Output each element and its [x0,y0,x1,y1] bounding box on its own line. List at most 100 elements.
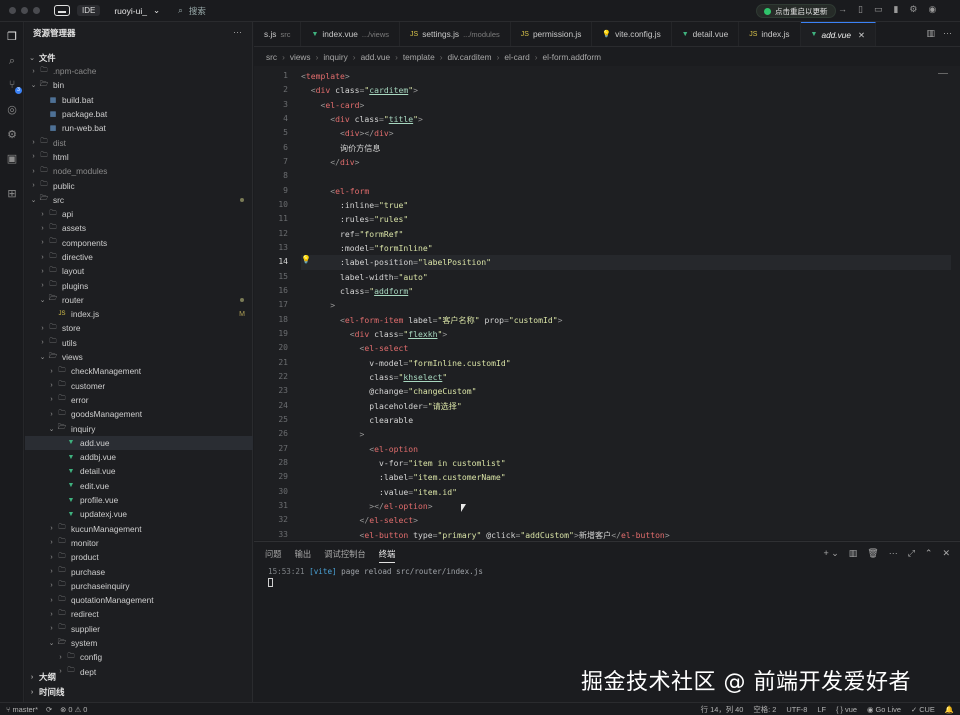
search-panel-icon[interactable]: ⌕ [5,54,19,68]
code-line[interactable]: ></el-option> [301,499,951,513]
extensions-icon[interactable]: ⊞ [5,187,19,201]
outline-section-header[interactable]: › 大纲 [25,670,253,684]
tree-folder-redirect[interactable]: › 🗀 redirect [25,607,253,621]
code-line[interactable]: :label="item.customerName" [301,470,951,484]
code-line[interactable]: </div> [301,155,951,169]
chevron-up-icon[interactable]: ⌃ [925,548,933,559]
code-line[interactable]: :label-position="labelPosition" [301,255,951,270]
tree-folder-goodsmanagement[interactable]: › 🗀 goodsManagement [25,407,253,421]
panel-tab[interactable]: 输出 [295,548,312,563]
timeline-section-header[interactable]: › 时间线 [25,685,253,699]
tree-file-index-js[interactable]: JS index.js M [25,307,253,321]
account-icon[interactable]: ◉ [929,4,937,15]
code-line[interactable]: <el-form-item label="客户名称" prop="customI… [301,313,951,327]
editor-tab[interactable]: JS permission.js [511,22,593,46]
forward-arrow-icon[interactable]: → [838,4,847,15]
code-line[interactable]: </el-select> [301,513,951,527]
tree-folder-supplier[interactable]: › 🗀 supplier [25,622,253,636]
cursor-position[interactable]: 行 14，列 40 [701,704,744,715]
tree-folder-error[interactable]: › 🗀 error [25,393,253,407]
code-lines[interactable]: <template> <div class="carditem"> <el-ca… [301,69,951,540]
tree-folder-views[interactable]: ⌄ 🗁 views [25,350,253,364]
editor-tab[interactable]: JS index.js [739,22,801,46]
back-arrow-icon[interactable]: ← [818,4,827,15]
preview-monitor-icon[interactable]: ▣ [5,152,19,166]
tree-folder-bin[interactable]: ⌄ 🗁 bin [25,78,253,92]
code-line[interactable]: <el-option [301,442,951,456]
indentation[interactable]: 空格: 2 [753,704,776,715]
code-line[interactable]: :rules="rules" [301,212,951,226]
more-actions-icon[interactable]: ··· [233,27,242,37]
breadcrumb-item[interactable]: inquiry [323,52,347,62]
code-line[interactable]: :inline="true" [301,198,951,212]
toggle-maximize-icon[interactable]: ⤢ [908,548,915,559]
code-line[interactable]: > [301,298,951,312]
close-panel-icon[interactable]: ✕ [942,548,950,559]
code-line[interactable]: <template> [301,69,951,83]
breadcrumb-item[interactable]: el-card [504,52,529,62]
code-line[interactable]: :model="formInline" [301,241,951,255]
project-switcher[interactable]: ruoyi-ui_ ⌄ [114,5,160,16]
layout-icon[interactable]: ▮ [893,4,898,15]
tree-folder-customer[interactable]: › 🗀 customer [25,379,253,393]
code-line[interactable]: :value="item.id" [301,485,951,499]
panel-tab[interactable]: 终端 [378,548,396,563]
code-line[interactable]: v-model="formInline.customId" [301,356,951,370]
tree-folder-inquiry[interactable]: ⌄ 🗁 inquiry [25,421,253,435]
tree-file-addbj-vue[interactable]: ▼ addbj.vue [25,450,253,464]
end-of-line[interactable]: LF [817,705,826,714]
lightbulb-icon[interactable]: 💡 [301,255,311,264]
tree-folder-config[interactable]: › 🗀 config [25,650,253,664]
code-line[interactable]: <div class="flexkh"> [301,327,951,341]
tree-folder-purchaseinquiry[interactable]: › 🗀 purchaseinquiry [25,579,253,593]
code-line[interactable]: <div class="carditem"> [301,83,951,97]
code-line[interactable]: > [301,427,951,441]
editor-tab[interactable]: s.js src [254,22,302,46]
sync-icon[interactable]: ⟳ [46,705,52,714]
code-line[interactable]: <div class="title"> [301,112,951,126]
tree-file-detail-vue[interactable]: ▼ detail.vue [25,464,253,478]
tree-folder-api[interactable]: › 🗀 api [25,207,253,221]
toggle-panel-icon[interactable]: ▭ [874,4,883,15]
tree-folder-html[interactable]: › 🗀 html [25,150,253,164]
more-actions-icon[interactable]: ··· [943,28,952,39]
tree-folder-utils[interactable]: › 🗀 utils [25,336,253,350]
tree-folder-node-modules[interactable]: › 🗀 node_modules [25,164,253,178]
code-editor[interactable]: 1 2 3 4 5 6 7 8 9 10 11 12 13 14 15 16 17 18 19 20 21 22 23 24 2… [254,66,960,540]
editor-tab[interactable]: ▼ index.vue .../views [301,22,401,46]
close-window-button[interactable] [9,7,16,14]
code-line[interactable]: @change="changeCustom" [301,384,951,398]
cue-indicator[interactable]: ✓ CUE [911,705,935,714]
tree-file-add-vue[interactable]: ▼ add.vue [25,435,253,451]
split-terminal-icon[interactable]: ▥ [849,548,858,559]
explorer-files-icon[interactable]: ❐ [5,30,19,44]
split-editor-icon[interactable]: ▥ [926,28,935,39]
code-line[interactable]: <el-card> [301,98,951,112]
tree-file-package-bat[interactable]: ▦ package.bat [25,107,253,121]
breadcrumb-item[interactable]: add.vue [361,52,391,62]
code-line[interactable]: class="addform" [301,284,951,298]
breadcrumb-item[interactable]: el-form.addform [542,52,601,62]
toggle-sidebar-icon[interactable]: ▯ [858,4,863,15]
tree-file-profile-vue[interactable]: ▼ profile.vue [25,493,253,507]
minimize-window-button[interactable] [21,7,28,14]
code-line[interactable]: 询价方信息 [301,141,951,155]
close-tab-icon[interactable]: ✕ [858,30,865,40]
code-line[interactable]: <el-button type="primary" @click="addCus… [301,528,951,541]
breadcrumb-item[interactable]: views [290,52,311,62]
tree-folder-kucunmanagement[interactable]: › 🗀 kucunManagement [25,522,253,536]
tree-folder-purchase[interactable]: › 🗀 purchase [25,564,253,578]
tree-folder-src[interactable]: ⌄ 🗁 src [25,193,253,207]
tree-file-updatexj-vue[interactable]: ▼ updatexj.vue [25,507,253,521]
tree-folder-directive[interactable]: › 🗀 directive [25,250,253,264]
tree-folder-dist[interactable]: › 🗀 dist [25,135,253,149]
tree-file-edit-vue[interactable]: ▼ edit.vue [25,479,253,493]
editor-tab[interactable]: JS settings.js .../modules [400,22,511,46]
tree-folder-store[interactable]: › 🗀 store [25,321,253,335]
tree-folder-layout[interactable]: › 🗀 layout [25,264,253,278]
language-mode[interactable]: { } vue [836,705,857,714]
code-line[interactable]: ref="formRef" [301,227,951,241]
more-actions-icon[interactable]: ··· [889,548,898,559]
trash-icon[interactable]: 🗑 [867,548,878,559]
run-debug-icon[interactable]: ◎ [5,103,19,117]
